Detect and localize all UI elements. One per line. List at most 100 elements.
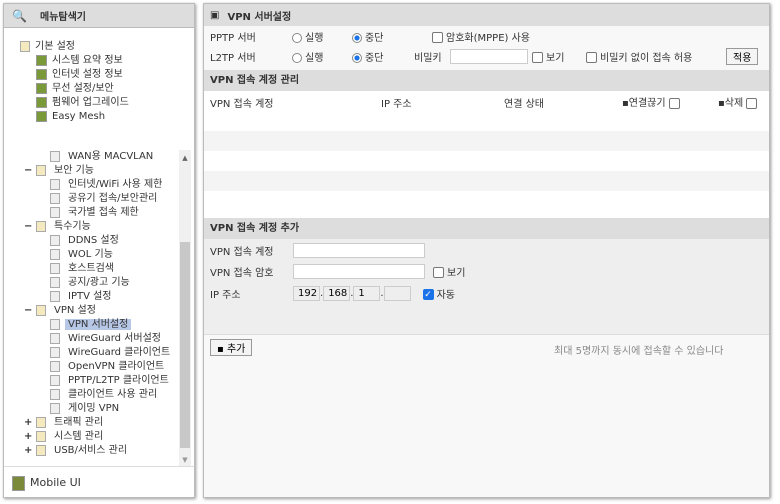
ip-octet-1[interactable] [293,285,320,301]
tree-label: 특수기능 [54,221,91,232]
pptp-row: PPTP 서버 실행 중단 암호화(MPPE) 사용 [210,27,530,45]
tree-item[interactable]: WireGuard 클라이언트 [50,346,173,360]
collapse-icon[interactable]: − [24,304,32,318]
window-icon: ▣ [210,9,220,21]
tree-label: OpenVPN 클라이언트 [68,361,165,372]
tree-label: 국가별 접속 제한 [68,207,139,218]
tree-item[interactable]: WOL 기능 [50,248,116,262]
plus-icon: ▪ [217,344,224,355]
tree-item[interactable]: 공유기 접속/보안관리 [50,192,160,206]
tree-group[interactable]: 보안 기능 [36,164,97,178]
page-icon [50,374,60,386]
tree-label: 게이밍 VPN [68,403,120,414]
page-icon [50,290,60,302]
apply-button[interactable]: 적용 [726,47,759,65]
tree-label: 인터넷 설정 정보 [52,69,123,80]
tree-scrollbar[interactable]: ▲ ▼ [179,150,191,466]
tree-label: WAN용 MACVLAN [68,151,154,162]
account-input[interactable] [293,242,425,258]
tree-item[interactable]: 클라이언트 사용 관리 [50,388,160,402]
tree-item[interactable]: 게이밍 VPN [50,402,122,416]
manage-section-header: VPN 접속 계정 관리 [204,70,769,91]
no-secret-checkbox[interactable]: 비밀키 없이 접속 허용 [586,49,726,64]
ip-octet-3[interactable] [353,285,381,301]
l2tp-stop-radio[interactable]: 중단 [352,49,414,64]
page-icon [50,178,60,190]
col-account: VPN 접속 계정 [210,99,274,110]
folder-icon [36,430,46,442]
expand-icon[interactable]: + [24,444,32,458]
tree-label: 기본 설정 [35,41,75,52]
l2tp-run-radio[interactable]: 실행 [292,49,352,64]
page-icon [50,402,60,414]
tree-group[interactable]: 트래픽 관리 [36,416,106,430]
tree-item[interactable]: 공지/광고 기능 [50,276,133,290]
pptp-run-radio[interactable]: 실행 [292,29,352,44]
tree-item[interactable]: 펌웨어 업그레이드 [36,96,129,110]
pptp-stop-radio[interactable]: 중단 [352,29,432,44]
page-icon [50,388,60,400]
account-row: VPN 접속 계정 [210,241,425,259]
folder-icon [36,164,46,176]
password-row: VPN 접속 암호 보기 [210,262,465,280]
add-account-button[interactable]: ▪ 추가 [210,339,253,356]
tree-group[interactable]: USB/서비스 관리 [36,444,130,458]
pptp-label: PPTP 서버 [210,32,256,44]
tree-label: WOL 기능 [68,249,113,260]
page-title: VPN 서버설정 [227,11,292,23]
tree-item[interactable]: PPTP/L2TP 클라이언트 [50,374,172,388]
tree-label: 인터넷/WiFi 사용 제한 [68,179,163,190]
tree-item[interactable]: OpenVPN 클라이언트 [50,360,167,374]
tree-item[interactable]: 시스템 요약 정보 [36,54,123,68]
collapse-icon[interactable]: − [24,220,32,234]
tree-item[interactable]: IPTV 설정 [50,290,115,304]
tree-item[interactable]: 무선 설정/보안 [36,82,114,96]
tree-group[interactable]: 특수기능 [36,220,94,234]
tree-item[interactable]: 인터넷/WiFi 사용 제한 [50,178,165,192]
tree-item[interactable]: 인터넷 설정 정보 [36,68,123,82]
expand-icon[interactable]: + [24,430,32,444]
tree-label: IPTV 설정 [68,291,112,302]
ip-octet-4[interactable] [383,285,411,301]
tree-label: 공지/광고 기능 [68,277,130,288]
password-show-checkbox[interactable]: 보기 [433,264,465,279]
scroll-thumb[interactable] [180,242,190,448]
tree-item[interactable]: WireGuard 서버설정 [50,332,164,346]
mppe-checkbox[interactable]: 암호화(MPPE) 사용 [432,29,530,44]
tree-item[interactable]: WAN용 MACVLAN [50,150,156,164]
page-icon [50,332,60,344]
vpn-server-panel: ▣ VPN 서버설정 PPTP 서버 실행 중단 암호화(MPPE) 사용 L2T… [203,3,770,498]
page-icon [50,234,60,246]
tree-label: 트래픽 관리 [54,417,104,428]
search-icon: 🔍 [12,8,27,23]
tree-label: 시스템 관리 [54,431,104,442]
disconnect-all-checkbox[interactable]: ▪연결끊기 [622,94,683,109]
secret-show-checkbox[interactable]: 보기 [532,49,586,64]
menu-item-icon [36,96,47,108]
tree-label: Easy Mesh [52,111,106,122]
tree-item[interactable]: 국가별 접속 제한 [50,206,142,220]
tree-group[interactable]: VPN 설정 [36,304,99,318]
tree-label: WireGuard 서버설정 [68,333,161,344]
menu-item-icon [36,110,47,122]
tree-group[interactable]: 시스템 관리 [36,430,106,444]
mobile-ui-link[interactable]: Mobile UI [12,474,81,492]
tree-item[interactable]: VPN 서버설정 [50,318,132,332]
max-connections-note: 최대 5명까지 동시에 접속할 수 있습니다 [554,346,724,357]
auto-ip-checkbox[interactable]: ✓ 자동 [422,286,455,301]
secret-input[interactable] [450,48,528,64]
tree-label: 공유기 접속/보안관리 [68,193,158,204]
expand-icon[interactable]: + [24,416,32,430]
tree-item[interactable]: 호스트검색 [50,262,117,276]
tree-item[interactable]: DDNS 설정 [50,234,122,248]
tree-group-basic[interactable]: 기본 설정 [20,40,75,54]
collapse-icon[interactable]: − [24,164,32,178]
password-input[interactable] [293,263,425,279]
scroll-down-icon[interactable]: ▼ [179,456,191,464]
scroll-up-icon[interactable]: ▲ [179,154,191,162]
ip-octet-2[interactable] [323,285,351,301]
delete-all-checkbox[interactable]: ▪삭제 [718,94,760,109]
tree-item[interactable]: Easy Mesh [36,110,105,124]
l2tp-row: L2TP 서버 실행 중단 비밀키 보기 비밀키 없이 접속 허용 적용 [210,47,759,65]
mobile-ui-label: Mobile UI [30,476,81,489]
